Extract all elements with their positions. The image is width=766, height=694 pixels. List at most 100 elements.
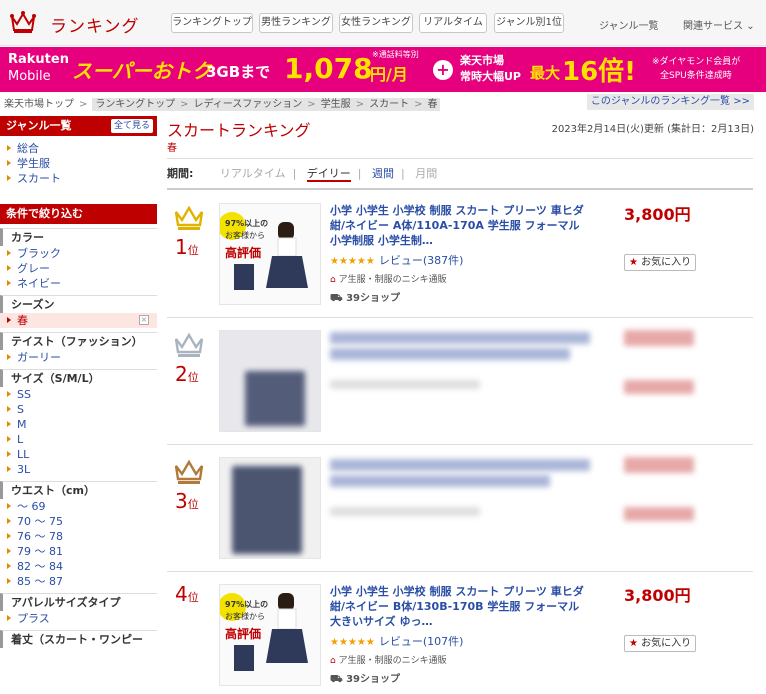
product-title-link[interactable]: 小学 小学生 小学校 制服 スカート プリーツ 車ヒダ 紺/ネイビー B体/13…	[330, 584, 592, 629]
related-services-link[interactable]: 関連サービス ⌄	[683, 17, 755, 32]
thumb-caption-2: お客様から	[225, 612, 265, 621]
review-link[interactable]: レビュー(387件)	[379, 254, 464, 267]
genre-list-link[interactable]: ジャンル一覧	[599, 17, 659, 32]
filter-section-title: シーズン	[0, 295, 157, 313]
crown-logo-icon[interactable]	[10, 10, 36, 34]
filter-option[interactable]: 76 ～ 78	[0, 529, 157, 544]
rating: ★★★★★ レビュー(387件)	[330, 252, 463, 268]
filter-option[interactable]: LL	[0, 447, 157, 462]
rank-suffix: 位	[187, 591, 199, 604]
filter-option[interactable]: プラス	[0, 611, 157, 626]
filter-option[interactable]: 82 ～ 84	[0, 559, 157, 574]
period-daily[interactable]: デイリー	[306, 167, 351, 182]
thumb-caption-1: 97%以上の	[225, 219, 269, 228]
breadcrumb-item[interactable]: レディースファッション	[193, 99, 302, 110]
ranking-logo-text[interactable]: ランキング	[50, 12, 140, 37]
period-monthly[interactable]: 月間	[415, 167, 437, 180]
period-weekly[interactable]: 週間	[372, 167, 394, 180]
filter-option[interactable]: ブラック	[0, 246, 157, 261]
ranking-item: 3位	[167, 445, 753, 572]
filter-option[interactable]: 85 ～ 87	[0, 574, 157, 589]
filter-option[interactable]: ～ 69	[0, 499, 157, 514]
filter-option[interactable]: S	[0, 402, 157, 417]
silver-crown-icon	[174, 332, 204, 357]
banner-brand-line2: Mobile	[8, 69, 51, 84]
breadcrumb-item[interactable]: ランキングトップ	[95, 99, 175, 110]
banner-promo: スーパーおトク	[72, 59, 212, 83]
banner-market-line1: 楽天市場	[460, 54, 504, 67]
product-image-blurred[interactable]	[219, 330, 321, 432]
favorite-button[interactable]: ★ お気に入り	[624, 254, 697, 271]
blurred-title	[330, 332, 590, 344]
breadcrumb-item[interactable]: 学生服	[321, 99, 351, 110]
banner-market-line2: 常時大幅UP	[460, 70, 521, 83]
truck-icon: ⛟	[330, 674, 343, 685]
filter-section-title: ウエスト（cm）	[0, 481, 157, 499]
filter-option[interactable]: M	[0, 417, 157, 432]
blurred-title	[330, 459, 590, 471]
promo-banner[interactable]: Rakuten Mobile スーパーおトク 3GBまで 1,078 円/月 ※…	[0, 47, 766, 92]
clear-filter-icon[interactable]: ×	[139, 315, 149, 325]
rank-value: 2	[175, 362, 188, 386]
shop-icon: ⌂	[330, 275, 336, 285]
shipping-label: 39ショップ	[346, 674, 400, 685]
filter-option[interactable]: 79 ～ 81	[0, 544, 157, 559]
filter-option[interactable]: 3L	[0, 462, 157, 477]
thumb-caption-3: 高評価	[225, 246, 262, 260]
rank-value: 1	[175, 235, 188, 259]
product-title-link[interactable]: 小学 小学生 小学校 制服 スカート プリーツ 車ヒダ 紺/ネイビー A体/11…	[330, 203, 592, 248]
updated-date: 2023年2月14日(火)更新 (集計日：2月13日)	[551, 124, 754, 135]
favorite-label: お気に入り	[641, 257, 692, 268]
nav-realtime[interactable]: リアルタイム	[419, 13, 487, 33]
product-image-blurred[interactable]	[219, 457, 321, 559]
nav-women-ranking[interactable]: 女性ランキング	[339, 13, 413, 33]
star-icon: ★	[629, 257, 638, 268]
shop-name-link[interactable]: ア生服・制服のニシキ通販	[339, 275, 447, 285]
sidebar-genre-item[interactable]: 学生服	[0, 156, 157, 171]
filter-option-label: 春	[17, 314, 28, 327]
rank-suffix: 位	[187, 371, 199, 384]
period-realtime[interactable]: リアルタイム	[220, 167, 286, 180]
filter-option[interactable]: 70 ～ 75	[0, 514, 157, 529]
related-services-label: 関連サービス	[683, 21, 743, 32]
filter-section-title: サイズ（S/M/L）	[0, 369, 157, 387]
favorite-button[interactable]: ★ お気に入り	[624, 635, 697, 652]
star-rating-icon: ★★★★★	[330, 256, 375, 267]
filter-option[interactable]: ガーリー	[0, 350, 157, 365]
bronze-crown-icon	[174, 459, 204, 484]
nav-ranking-top[interactable]: ランキングトップ	[171, 13, 253, 33]
banner-fine-print-2: 全SPU条件達成時	[660, 71, 732, 81]
breadcrumb-item[interactable]: 楽天市場トップ	[4, 99, 74, 110]
breadcrumb: 楽天市場トップ > ランキングトップ > レディースファッション > 学生服 > スカート > 春	[4, 95, 441, 111]
filter-option[interactable]: SS	[0, 387, 157, 402]
rank-number: 4位	[175, 582, 199, 606]
product-image[interactable]: 97%以上の お客様から 高評価	[219, 584, 321, 686]
filter-option-active[interactable]: 春 ×	[0, 313, 157, 328]
breadcrumb-item[interactable]: スカート	[369, 99, 409, 110]
blurred-price	[624, 457, 694, 473]
blurred-title	[330, 475, 550, 487]
sidebar-genre-item[interactable]: 総合	[0, 141, 157, 156]
product-image[interactable]: 97%以上の お客様から 高評価	[219, 203, 321, 305]
thumb-caption-3: 高評価	[225, 627, 262, 641]
review-link[interactable]: レビュー(107件)	[379, 635, 464, 648]
filter-option[interactable]: ネイビー	[0, 276, 157, 291]
filter-option[interactable]: グレー	[0, 261, 157, 276]
shop-line: ⌂ ア生服・制服のニシキ通販	[330, 653, 447, 666]
genre-ranking-list-link[interactable]: このジャンルのランキング一覧 >>	[586, 94, 754, 110]
gold-crown-icon	[174, 205, 204, 230]
top-bar: ランキング ランキングトップ 男性ランキング 女性ランキング リアルタイム ジャ…	[0, 0, 766, 46]
shop-line: ⌂ ア生服・制服のニシキ通販	[330, 272, 447, 285]
nav-men-ranking[interactable]: 男性ランキング	[259, 13, 333, 33]
nav-genre-first[interactable]: ジャンル別1位	[494, 13, 564, 33]
sidebar-genre-item[interactable]: スカート	[0, 171, 157, 186]
shipping-info: ⛟ 39ショップ	[330, 670, 400, 687]
rank-suffix: 位	[187, 498, 199, 511]
shop-name-link[interactable]: ア生服・制服のニシキ通販	[339, 656, 447, 666]
product-price: 3,800円	[624, 205, 691, 224]
view-all-button[interactable]: 全て見る	[110, 119, 153, 133]
filter-option[interactable]: L	[0, 432, 157, 447]
product-price: 3,800円	[624, 586, 691, 605]
page-title: スカートランキング	[167, 121, 311, 140]
banner-brand-line1: Rakuten	[8, 52, 69, 67]
